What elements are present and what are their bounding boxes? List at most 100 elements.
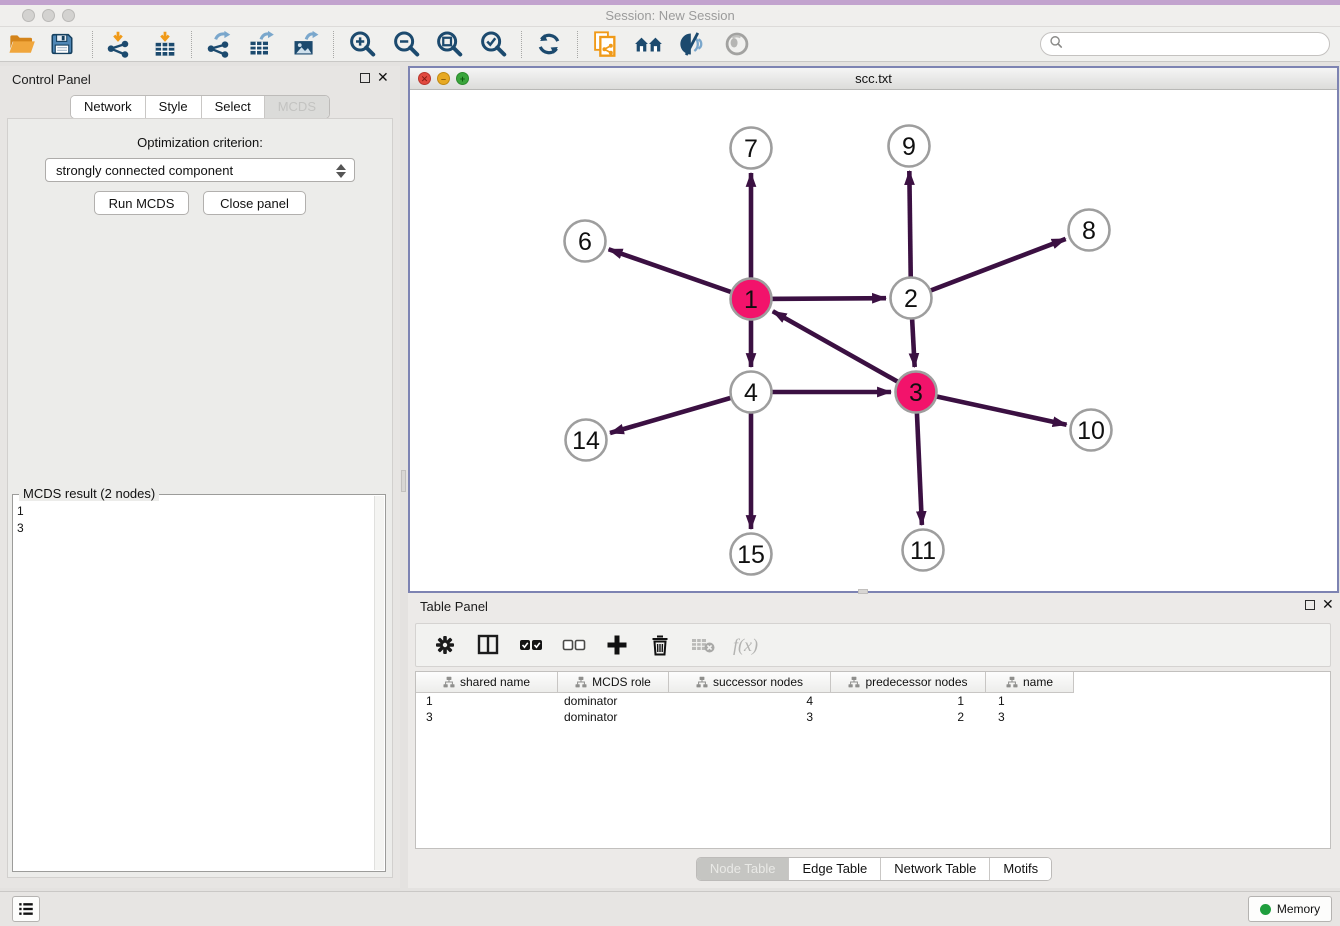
column-header-successor-nodes[interactable]: successor nodes [669,672,831,693]
table-panel-title: Table Panel [420,599,488,614]
node-4[interactable]: 4 [731,372,772,413]
run-mcds-button[interactable]: Run MCDS [94,191,189,215]
criterion-value: strongly connected component [56,163,233,178]
import-table-icon[interactable] [150,29,180,59]
node-15[interactable]: 15 [731,534,772,575]
column-header-mcds-role[interactable]: MCDS role [558,672,669,693]
node-9[interactable]: 9 [889,126,930,167]
node-label: 6 [578,228,592,256]
select-all-icon[interactable] [518,632,544,658]
close-panel-button[interactable]: Close panel [203,191,306,215]
table-cell: 1 [986,693,1074,709]
tab-edge-table[interactable]: Edge Table [788,858,880,880]
titlebar: Session: New Session [0,5,1340,27]
edge-1-6[interactable] [609,249,751,299]
add-icon[interactable] [604,632,630,658]
toolbar-separator [191,31,192,58]
table-cell: dominator [558,709,669,725]
close-panel-icon[interactable]: ✕ [377,70,389,84]
memory-button[interactable]: Memory [1248,896,1332,922]
node-8[interactable]: 8 [1069,210,1110,251]
float-panel-icon[interactable] [360,73,370,83]
optimization-criterion-label: Optimization criterion: [0,135,400,150]
node-table: shared nameMCDS rolesuccessor nodesprede… [415,671,1331,849]
tab-select[interactable]: Select [201,96,264,118]
list-icon [17,900,35,918]
zoom-selected-icon[interactable] [478,29,508,59]
search-input[interactable] [1063,35,1329,53]
table-row[interactable]: 3dominator323 [416,709,1330,725]
table-cell: 2 [831,709,986,725]
table-row[interactable]: 1dominator411 [416,693,1330,709]
export-table-icon[interactable] [246,29,276,59]
open-icon[interactable] [7,29,37,59]
edge-4-14[interactable] [610,392,751,433]
close-table-panel-icon[interactable]: ✕ [1322,597,1334,611]
node-11[interactable]: 11 [903,530,944,571]
deselect-all-icon[interactable] [561,632,587,658]
splitter-grip[interactable] [401,470,406,492]
window-title: Session: New Session [0,8,1340,23]
zoom-out-icon[interactable] [391,29,421,59]
main-toolbar [0,27,1340,62]
network-graph: 1 2 3 4 6 7 8 9 10 11 14 15 [410,90,1337,591]
select-stepper-icon [335,163,347,179]
tab-node-table[interactable]: Node Table [697,858,789,880]
node-label: 14 [572,427,600,455]
edge-3-1[interactable] [773,311,916,392]
edge-3-10[interactable] [916,392,1067,425]
node-1[interactable]: 1 [731,279,772,320]
tab-mcds[interactable]: MCDS [264,96,329,118]
first-neighbors-icon[interactable] [634,29,664,59]
criterion-select[interactable]: strongly connected component [45,158,355,182]
show-columns-icon[interactable] [475,632,501,658]
table-cell: 3 [986,709,1074,725]
node-label: 11 [910,537,936,565]
task-history-button[interactable] [12,896,40,922]
application-window: Session: New Session [0,0,1340,926]
toolbar-separator [92,31,93,58]
table-toolbar: f(x) [415,623,1331,667]
float-table-panel-icon[interactable] [1305,600,1315,610]
horizontal-splitter-grip[interactable] [858,589,868,594]
node-10[interactable]: 10 [1071,410,1112,451]
node-label: 1 [744,286,758,314]
column-header-shared-name[interactable]: shared name [416,672,558,693]
hide-selected-icon[interactable] [677,29,707,59]
node-6[interactable]: 6 [565,221,606,262]
show-all-icon[interactable] [722,29,752,59]
node-label: 2 [904,285,918,313]
node-label: 10 [1077,417,1105,445]
column-header-name[interactable]: name [986,672,1074,693]
node-2[interactable]: 2 [891,278,932,319]
column-header-predecessor-nodes[interactable]: predecessor nodes [831,672,986,693]
network-window-title: scc.txt [410,71,1337,86]
table-tabs: Node TableEdge TableNetwork TableMotifs [408,857,1340,881]
tab-network[interactable]: Network [71,96,145,118]
tab-style[interactable]: Style [145,96,201,118]
delete-table-icon-disabled [690,632,716,658]
control-panel-title: Control Panel [12,72,91,87]
edge-2-8[interactable] [911,239,1066,298]
import-network-icon[interactable] [103,29,133,59]
save-icon[interactable] [47,29,77,59]
zoom-fit-icon[interactable] [434,29,464,59]
tab-motifs[interactable]: Motifs [989,858,1051,880]
table-panel: Table Panel ✕ [408,593,1340,888]
gear-icon[interactable] [432,632,458,658]
panel-splitter[interactable] [400,66,408,888]
node-3[interactable]: 3 [896,372,937,413]
node-14[interactable]: 14 [566,420,607,461]
export-image-icon[interactable] [290,29,320,59]
clone-network-icon[interactable] [590,29,620,59]
delete-icon[interactable] [647,632,673,658]
refresh-icon[interactable] [534,29,564,59]
node-7[interactable]: 7 [731,128,772,169]
tab-network-table[interactable]: Network Table [880,858,989,880]
export-network-icon[interactable] [203,29,233,59]
node-label: 4 [744,379,758,407]
zoom-in-icon[interactable] [347,29,377,59]
network-canvas[interactable]: 1 2 3 4 6 7 8 9 10 11 14 15 [410,90,1337,591]
result-scrollbar[interactable] [374,496,384,870]
network-window-titlebar: ✕ – + scc.txt [410,68,1337,90]
